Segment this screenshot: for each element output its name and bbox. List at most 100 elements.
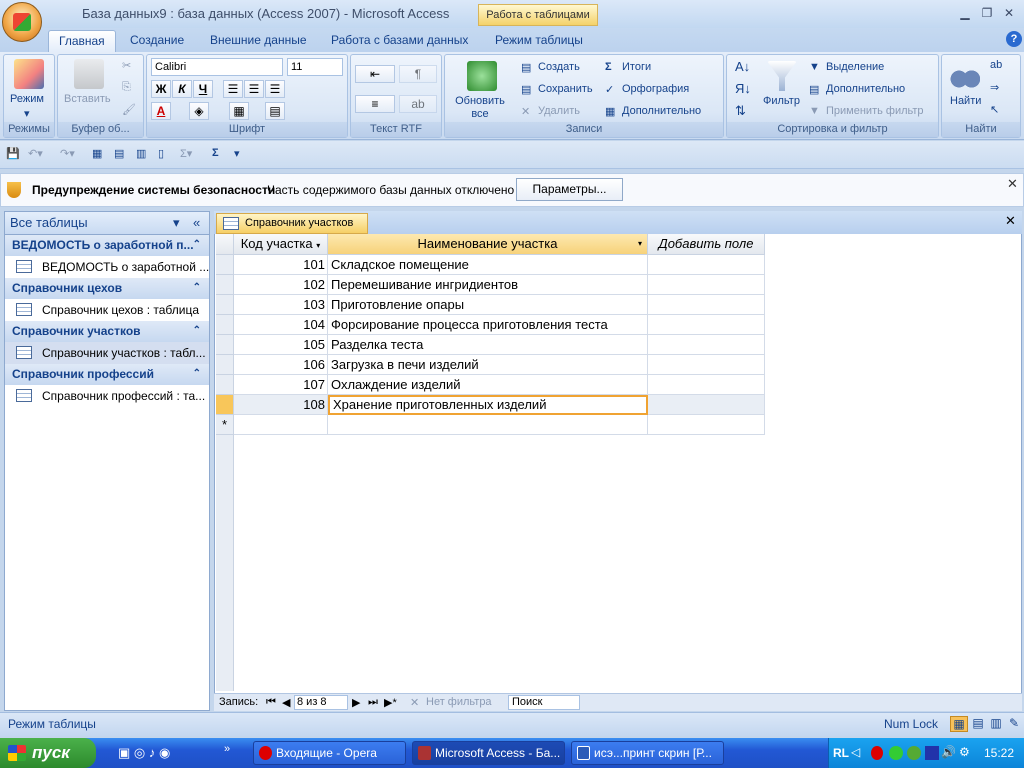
nav-item-sections[interactable]: Справочник участков : табл... [5, 342, 209, 364]
cell-name[interactable]: Загрузка в печи изделий [328, 355, 648, 375]
selection-button[interactable]: Выделение [826, 61, 884, 73]
sum-icon[interactable]: Σ [212, 147, 219, 159]
column-header-code[interactable]: Код участка ▾ [234, 234, 328, 255]
tab-external-data[interactable]: Внешние данные [200, 30, 317, 52]
record-position-input[interactable]: 8 из 8 [294, 695, 348, 710]
paragraph-icon[interactable]: ¶ [399, 65, 437, 83]
align-left-icon[interactable]: ☰ [223, 80, 243, 98]
cut-icon[interactable]: ✂ [122, 59, 131, 72]
cell-empty[interactable] [648, 335, 765, 355]
table-icon[interactable]: ▥ [136, 147, 146, 160]
collapse-icon[interactable]: ⌃ [193, 364, 201, 384]
customize-qat-icon[interactable]: ▾ [234, 147, 240, 160]
cell-name[interactable]: Форсирование процесса приготовления тест… [328, 315, 648, 335]
search-input[interactable]: Поиск [508, 695, 580, 710]
datasheet-view-icon[interactable]: ▦ [92, 147, 102, 160]
sort-descending-icon[interactable]: Я↓ [735, 81, 751, 96]
restore-icon[interactable]: ❐ [978, 6, 996, 20]
taskbar-item-word[interactable]: исэ...принт скрин [Р... [571, 741, 724, 765]
numbering-icon[interactable]: ≡ [355, 95, 395, 113]
close-icon[interactable]: ✕ [1000, 6, 1018, 20]
nav-group-sections[interactable]: Справочник участков ⌃ [5, 321, 209, 342]
format-painter-icon[interactable]: 🖌 [122, 103, 136, 116]
column-dropdown-icon[interactable]: ▾ [316, 241, 320, 250]
row-selector-current[interactable] [216, 395, 234, 415]
network-tray-icon[interactable]: ⚙ [959, 745, 970, 759]
underline-button[interactable]: Ч [193, 80, 213, 98]
row-selector[interactable] [216, 375, 234, 395]
new-row-code[interactable] [234, 415, 328, 435]
cell-name[interactable]: Складское помещение [328, 255, 648, 275]
new-row-selector[interactable]: * [216, 415, 234, 435]
nav-dropdown-icon[interactable]: ▾ [173, 212, 180, 234]
last-record-icon[interactable]: ⏭ [368, 696, 378, 709]
taskbar-item-access[interactable]: Microsoft Access - Ба... [412, 741, 565, 765]
cell-empty[interactable] [648, 315, 765, 335]
row-selector[interactable] [216, 335, 234, 355]
cell-name[interactable]: Перемешивание ингридиентов [328, 275, 648, 295]
first-record-icon[interactable]: ⏮ [266, 696, 276, 709]
options-button[interactable]: Параметры... [516, 178, 623, 201]
minimize-icon[interactable]: ▁ [956, 6, 974, 20]
taskbar-item-opera[interactable]: Входящие - Opera [253, 741, 406, 765]
fill-color-icon[interactable]: ◈ [189, 102, 209, 120]
nav-item-professions[interactable]: Справочник профессий : та... [5, 385, 209, 407]
cell-name[interactable]: Приготовление опары [328, 295, 648, 315]
filter-button[interactable]: Фильтр [763, 95, 800, 107]
start-button[interactable]: пуск [0, 738, 96, 768]
cell-code[interactable]: 108 [234, 395, 328, 415]
quick-launch-more-icon[interactable]: » [224, 743, 230, 755]
font-size-input[interactable]: 11 [287, 58, 343, 76]
nav-item-vedomost[interactable]: ВЕДОМОСТЬ о заработной ... [5, 256, 209, 278]
select-icon[interactable]: ↖ [990, 103, 999, 116]
save-icon[interactable]: 💾 [6, 147, 20, 160]
prev-record-icon[interactable]: ◀ [282, 696, 290, 709]
column-dropdown-icon[interactable]: ▾ [638, 234, 642, 254]
view-button[interactable]: Режим [10, 93, 44, 105]
tab-datasheet[interactable]: Режим таблицы [485, 30, 593, 52]
new-record-button[interactable]: Создать [538, 61, 580, 73]
volume-tray-icon[interactable]: 🔊 [941, 745, 956, 759]
goto-icon[interactable]: ⇒ [990, 81, 999, 94]
column-header-name[interactable]: Наименование участка ▾ [328, 234, 648, 255]
tab-create[interactable]: Создание [120, 30, 194, 52]
collapse-icon[interactable]: ⌃ [193, 235, 201, 255]
cell-empty[interactable] [648, 355, 765, 375]
green-tray-icon[interactable] [889, 746, 903, 760]
gridlines-icon[interactable]: ▦ [229, 102, 249, 120]
antivirus-tray-icon[interactable] [907, 746, 921, 760]
align-right-icon[interactable]: ☰ [265, 80, 285, 98]
find-button[interactable]: Найти [950, 95, 981, 107]
collapse-icon[interactable]: ⌃ [193, 321, 201, 341]
spelling-button[interactable]: Орфография [622, 83, 689, 95]
row-selector[interactable] [216, 355, 234, 375]
paste-button[interactable]: Вставить [64, 93, 111, 105]
media-tray-icon[interactable] [925, 746, 939, 760]
cell-empty[interactable] [648, 395, 765, 415]
language-indicator[interactable]: RL [833, 746, 849, 760]
close-warning-icon[interactable]: ✕ [1007, 176, 1018, 192]
next-record-icon[interactable]: ▶ [352, 696, 360, 709]
decrease-indent-icon[interactable]: ⇤ [355, 65, 395, 83]
cell-name-editing[interactable]: Хранение приготовленных изделий [328, 395, 648, 415]
tray-collapse-icon[interactable]: ◁ [851, 745, 860, 759]
column-header-add-field[interactable]: Добавить поле [648, 234, 765, 255]
nav-group-professions[interactable]: Справочник профессий ⌃ [5, 364, 209, 385]
shutter-bar-icon[interactable]: « [193, 212, 200, 234]
nav-item-workshops[interactable]: Справочник цехов : таблица [5, 299, 209, 321]
office-button[interactable] [2, 2, 42, 42]
tab-home[interactable]: Главная [48, 30, 116, 52]
row-selector[interactable] [216, 255, 234, 275]
sum-dropdown-icon[interactable]: Σ▾ [180, 147, 192, 160]
highlight-icon[interactable]: ab [399, 95, 437, 113]
replace-icon[interactable]: ab [990, 59, 1002, 71]
alt-row-color-icon[interactable]: ▤ [265, 102, 285, 120]
opera-tray-icon[interactable] [871, 746, 883, 760]
toggle-filter-button[interactable]: Применить фильтр [826, 105, 924, 117]
pivot-table-icon[interactable]: ▤ [970, 716, 986, 732]
cell-name[interactable]: Охлаждение изделий [328, 375, 648, 395]
cell-name[interactable]: Разделка теста [328, 335, 648, 355]
cell-code[interactable]: 106 [234, 355, 328, 375]
design-view-icon[interactable]: ✎ [1006, 716, 1022, 732]
undo-icon[interactable]: ↶▾ [28, 147, 43, 160]
